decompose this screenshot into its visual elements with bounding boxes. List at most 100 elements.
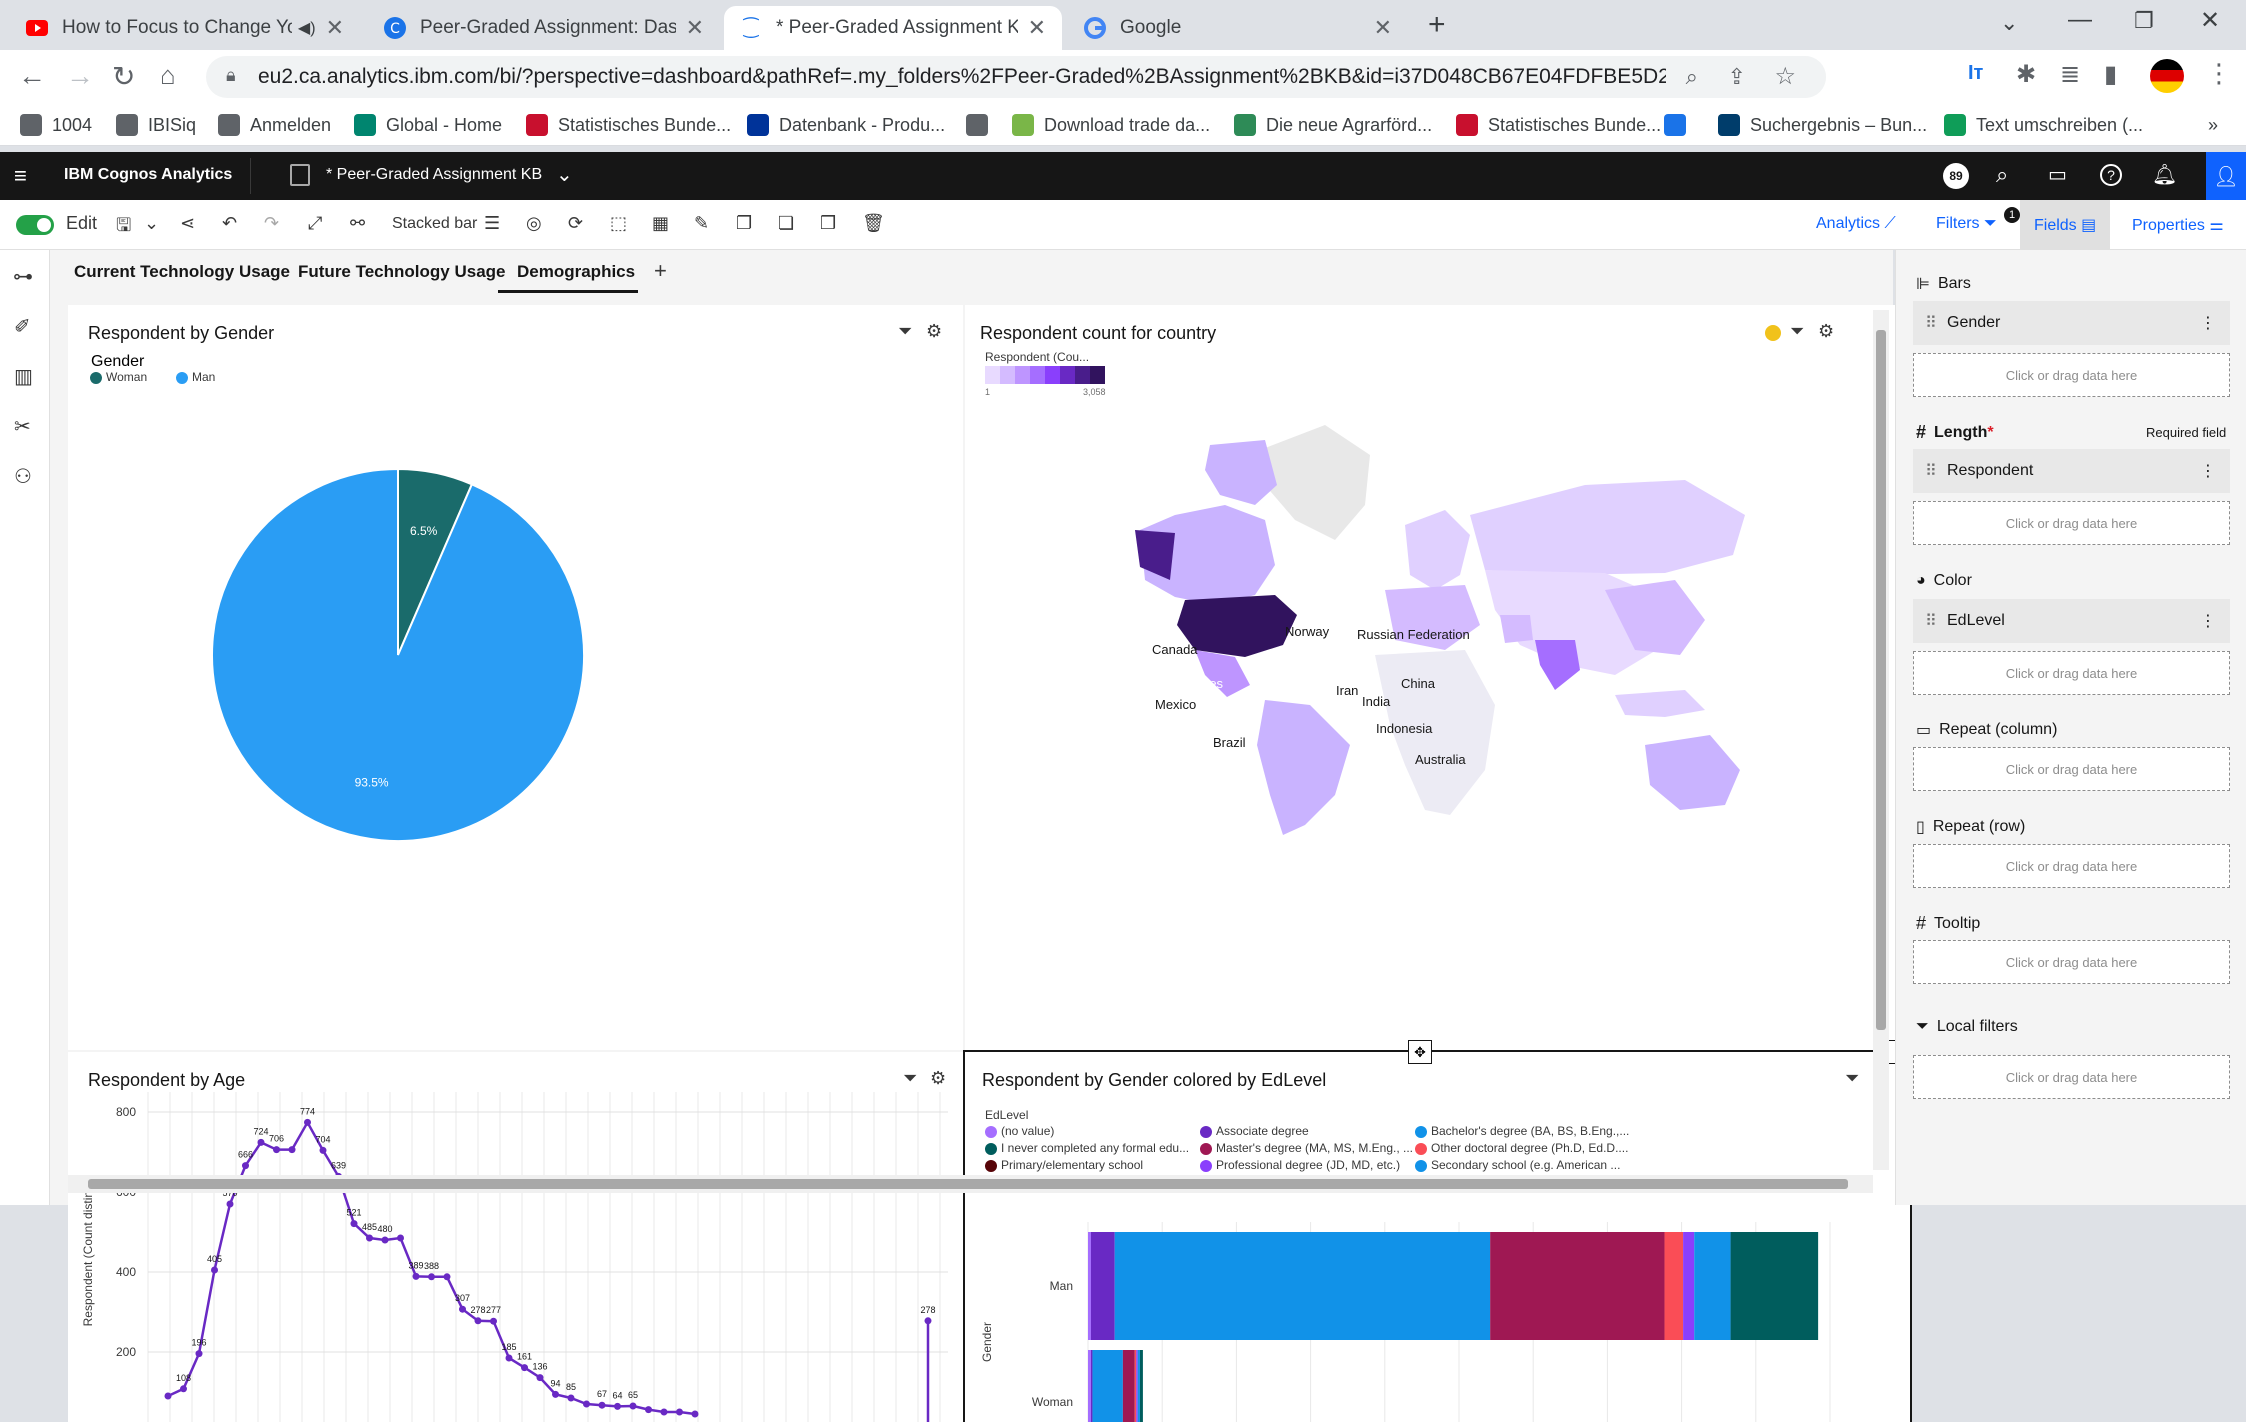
line-point[interactable] xyxy=(629,1402,637,1410)
line-point[interactable] xyxy=(195,1350,203,1358)
bookmark-item[interactable]: Statistisches Bunde... xyxy=(526,112,731,138)
line-point[interactable] xyxy=(645,1406,652,1414)
minimize-icon[interactable]: — xyxy=(2068,6,2092,34)
user-avatar-icon[interactable]: 👤︎ xyxy=(2206,152,2246,200)
pin-icon[interactable]: ✎ xyxy=(694,213,709,234)
profile-avatar[interactable] xyxy=(2150,59,2184,93)
select-icon[interactable]: ⬚ xyxy=(610,213,627,234)
line-point[interactable] xyxy=(490,1317,497,1325)
world-map[interactable] xyxy=(965,305,1910,1050)
tab-demographics[interactable]: Demographics xyxy=(517,262,635,282)
browser-tab-active[interactable]: ⁐ * Peer-Graded Assignment KB ✕ xyxy=(724,6,1062,50)
drop-zone-length[interactable]: Click or drag data here xyxy=(1913,501,2230,545)
expand-icon[interactable]: ⤢ xyxy=(308,213,322,234)
bookmark-item[interactable]: Global - Home xyxy=(354,112,502,138)
line-point[interactable] xyxy=(381,1236,389,1244)
line-point[interactable] xyxy=(691,1410,699,1418)
line-point[interactable] xyxy=(397,1234,404,1242)
drop-zone-local-filters[interactable]: Click or drag data here xyxy=(1913,1055,2230,1099)
line-point[interactable] xyxy=(366,1234,373,1242)
line-point[interactable] xyxy=(319,1146,327,1154)
notifications-bell-icon[interactable]: 🔔︎ xyxy=(2152,162,2177,187)
undo-icon[interactable]: ↶ xyxy=(222,213,237,234)
line-point[interactable] xyxy=(459,1305,466,1313)
back-icon[interactable]: ← xyxy=(18,60,46,92)
browser-tab-youtube[interactable]: How to Focus to Change You ◀) ✕ xyxy=(10,6,360,50)
line-point[interactable] xyxy=(583,1400,590,1408)
line-point[interactable] xyxy=(924,1317,932,1325)
properties-button[interactable]: Properties ⚌ xyxy=(2132,215,2224,235)
drop-zone-repeat-row[interactable]: Click or drag data here xyxy=(1913,844,2230,888)
widgets-icon[interactable]: ✂ xyxy=(14,414,31,439)
restore-icon[interactable]: ❐ xyxy=(2134,8,2154,34)
bookmark-item[interactable]: IBISiq xyxy=(116,112,196,138)
tab-current-technology[interactable]: Current Technology Usage xyxy=(74,262,290,282)
viz-type-label[interactable]: Stacked bar xyxy=(392,215,477,233)
bookmark-star-icon[interactable]: ☆ xyxy=(1774,62,1796,91)
search-icon[interactable]: ⌕ xyxy=(1996,162,2008,188)
bar-segment[interactable] xyxy=(1088,1232,1091,1340)
bar-segment[interactable] xyxy=(1137,1350,1140,1422)
assistant-icon[interactable]: ⚇ xyxy=(14,464,32,489)
save-icon[interactable]: 🖫︎ xyxy=(116,213,131,243)
delete-icon[interactable]: 🗑︎ xyxy=(862,213,885,234)
reload-icon[interactable]: ↻ xyxy=(112,60,135,93)
line-point[interactable] xyxy=(226,1200,234,1208)
notification-count-badge[interactable]: 89 xyxy=(1943,163,1969,189)
extensions-puzzle-icon[interactable]: ✱ xyxy=(2016,60,2036,89)
connect-icon[interactable]: ⚯ xyxy=(350,213,365,234)
close-tab-icon[interactable]: ✕ xyxy=(686,15,704,41)
hamburger-icon[interactable]: ≡ xyxy=(14,163,27,189)
vertical-scrollbar[interactable] xyxy=(1873,310,1889,1170)
browser-tab-google[interactable]: Google ✕ xyxy=(1068,6,1408,50)
chevron-down-icon[interactable]: ⌄ xyxy=(144,213,159,234)
panel-gender-pie[interactable]: Respondent by Gender ⏷ ⚙ Gender Woman Ma… xyxy=(68,305,963,1050)
line-point[interactable] xyxy=(164,1392,172,1400)
line-point[interactable] xyxy=(474,1317,482,1325)
drop-zone-tooltip[interactable]: Click or drag data here xyxy=(1913,940,2230,984)
close-window-icon[interactable]: ✕ xyxy=(2200,6,2220,35)
paste-icon[interactable]: ❏ xyxy=(778,213,794,234)
reading-list-icon[interactable]: ≣ xyxy=(2060,60,2080,89)
home-icon[interactable]: ⌂ xyxy=(160,60,176,91)
duplicate-icon[interactable]: ❒ xyxy=(820,213,836,234)
visualizations-icon[interactable]: ▥ xyxy=(14,364,33,389)
bookmark-item[interactable]: Anmelden xyxy=(218,112,331,138)
bookmark-item[interactable]: Download trade da... xyxy=(1012,112,1210,138)
chat-icon[interactable]: ▭ xyxy=(2048,162,2067,187)
bar-segment[interactable] xyxy=(1694,1232,1731,1340)
bar-segment[interactable] xyxy=(1490,1232,1665,1340)
line-point[interactable] xyxy=(412,1272,420,1280)
address-bar[interactable]: 🔒︎ eu2.ca.analytics.ibm.com/bi/?perspect… xyxy=(206,56,1826,98)
tab-search-icon[interactable]: ⌄ xyxy=(2000,10,2018,36)
overflow-menu-icon[interactable]: ⋮ xyxy=(2200,461,2216,481)
line-point[interactable] xyxy=(552,1390,559,1398)
bookmark-item[interactable]: Suchergebnis – Bun... xyxy=(1718,112,1927,138)
line-point[interactable] xyxy=(521,1364,528,1372)
bar-segment[interactable] xyxy=(1090,1232,1115,1340)
bar-segment[interactable] xyxy=(1134,1350,1137,1422)
edit-toggle[interactable] xyxy=(16,215,54,235)
bar-segment[interactable] xyxy=(1114,1232,1491,1340)
rotate-icon[interactable]: ⟳ xyxy=(568,213,583,234)
redo-icon[interactable]: ↷ xyxy=(264,213,279,234)
bookmark-item[interactable]: 1004 xyxy=(20,112,92,138)
tab-future-technology[interactable]: Future Technology Usage xyxy=(298,262,506,282)
line-point[interactable] xyxy=(273,1146,280,1154)
filters-button[interactable]: Filters ⏷ xyxy=(1936,215,1997,233)
line-point[interactable] xyxy=(242,1162,249,1170)
line-point[interactable] xyxy=(304,1118,311,1126)
drop-zone-color[interactable]: Click or drag data here xyxy=(1913,651,2230,695)
bar-segment[interactable] xyxy=(1683,1232,1695,1340)
field-edlevel[interactable]: ⠿ EdLevel ⋮ xyxy=(1913,599,2230,643)
bar-segment[interactable] xyxy=(1088,1350,1091,1422)
add-tab-button[interactable]: + xyxy=(654,258,667,284)
line-point[interactable] xyxy=(428,1273,435,1281)
panel-edlevel-bar[interactable]: Respondent by Gender colored by EdLevel … xyxy=(963,1040,1912,1422)
line-point[interactable] xyxy=(443,1273,451,1281)
bar-segment[interactable] xyxy=(1092,1350,1123,1422)
bookmark-item[interactable] xyxy=(1664,112,1696,138)
field-gender[interactable]: ⠿ Gender ⋮ xyxy=(1913,301,2230,345)
line-point[interactable] xyxy=(505,1354,513,1362)
bar-segment[interactable] xyxy=(1139,1350,1143,1422)
